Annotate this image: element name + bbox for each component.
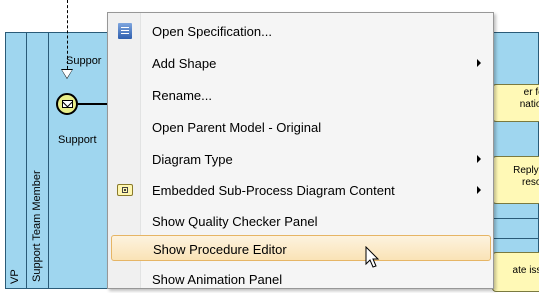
task-text: ate issu: [512, 265, 539, 276]
task-box[interactable]: Reply u resou: [492, 156, 539, 204]
menu-item-label: Show Quality Checker Panel: [152, 214, 318, 229]
menu-item-label: Show Procedure Editor: [153, 242, 287, 257]
mouse-cursor-icon: [365, 246, 380, 268]
menu-item-diagram-type[interactable]: Diagram Type: [110, 145, 491, 173]
task-text: nation: [519, 99, 539, 110]
submenu-arrow-icon: [477, 186, 481, 194]
message-flow-arrowhead-fill: [62, 70, 72, 78]
lane-separator: [492, 238, 539, 239]
task-text: er for: [523, 87, 539, 98]
menu-item-rename[interactable]: Rename...: [110, 81, 491, 109]
message-start-event[interactable]: [56, 93, 78, 115]
submenu-arrow-icon: [477, 59, 481, 67]
menu-item-label: Rename...: [152, 88, 212, 103]
menu-item-show-procedure-editor[interactable]: Show Procedure Editor: [111, 235, 491, 261]
menu-item-label: Add Shape: [152, 56, 217, 71]
message-flow-label: Suppor: [66, 55, 102, 67]
task-box[interactable]: ate issu: [492, 252, 539, 292]
submenu-arrow-icon: [477, 155, 481, 163]
menu-item-open-specification[interactable]: Open Specification...: [110, 17, 491, 45]
menu-item-label: Open Specification...: [152, 24, 272, 39]
menu-item-embedded-subprocess-content[interactable]: Embedded Sub-Process Diagram Content: [110, 176, 491, 204]
start-event-label: Support: [58, 134, 97, 146]
menu-item-add-shape[interactable]: Add Shape: [110, 49, 491, 77]
task-text: resou: [521, 177, 539, 188]
menu-item-label: Diagram Type: [152, 152, 233, 167]
task-text: Reply u: [513, 165, 539, 176]
menu-item-show-quality-checker[interactable]: Show Quality Checker Panel: [110, 207, 491, 235]
specification-icon: [118, 23, 132, 39]
embedded-subprocess-icon: [117, 184, 133, 196]
menu-item-label: Show Animation Panel: [152, 272, 283, 287]
sequence-flow-line[interactable]: [78, 103, 108, 105]
context-menu[interactable]: Open Specification... Add Shape Rename..…: [107, 12, 494, 289]
pool-label: VP: [9, 269, 21, 284]
lane-header[interactable]: Support Team Member: [27, 32, 49, 289]
menu-item-label: Embedded Sub-Process Diagram Content: [152, 183, 395, 198]
menu-item-open-parent-model[interactable]: Open Parent Model - Original: [110, 113, 491, 141]
lane-label: Support Team Member: [31, 170, 43, 282]
pool-header[interactable]: VP: [5, 32, 27, 289]
task-box[interactable]: er for nation: [492, 84, 539, 122]
menu-item-label: Open Parent Model - Original: [152, 120, 322, 135]
lane-separator: [492, 218, 539, 219]
envelope-icon: [61, 100, 73, 108]
